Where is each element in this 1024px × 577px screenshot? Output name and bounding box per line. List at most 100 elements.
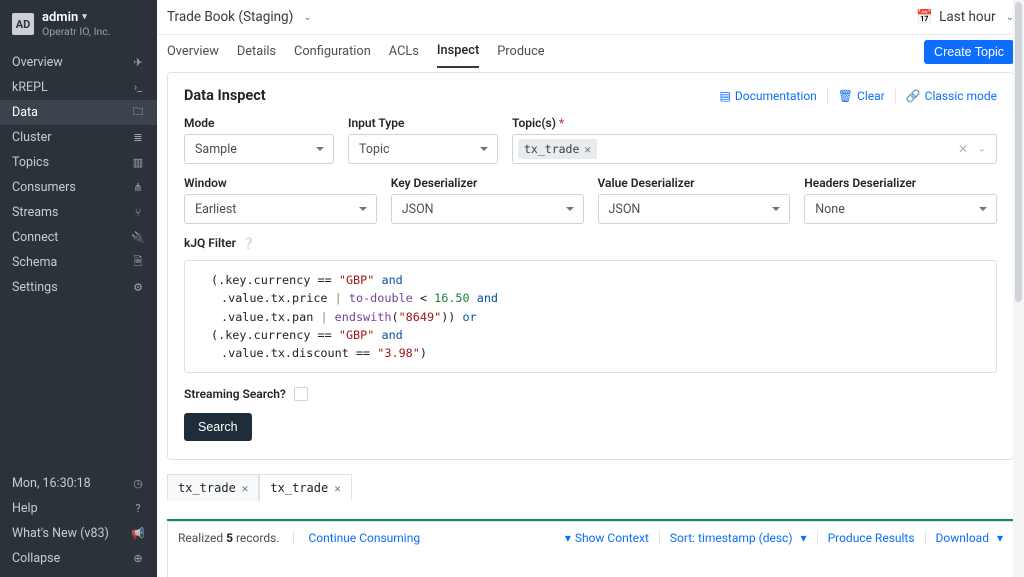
value-deserializer-select[interactable]: JSON (598, 194, 791, 224)
tab-configuration[interactable]: Configuration (294, 35, 371, 68)
scrollbar-thumb[interactable] (1015, 2, 1022, 302)
sidebar-item-data[interactable]: Data🗀 (0, 100, 157, 125)
topbar: Trade Book (Staging) ⌄ 📅 Last hour ⌄ (157, 0, 1024, 34)
key-deserializer-select[interactable]: JSON (391, 194, 584, 224)
tabs: Overview Details Configuration ACLs Insp… (157, 34, 1024, 68)
divider (827, 89, 828, 103)
caret-down-icon: ▾ (801, 531, 807, 545)
context-selector[interactable]: Trade Book (Staging) (167, 9, 293, 25)
divider (895, 89, 896, 103)
trash-icon: 🗑 (838, 89, 853, 103)
plug-icon: 🔌 (131, 231, 145, 244)
collapse-icon: ⊕ (131, 552, 145, 565)
sidebar-item-settings[interactable]: Settings⚙ (0, 275, 157, 300)
share-icon: ⋔ (131, 181, 145, 194)
form-row-1: Mode Sample Input Type Topic Topic(s) * … (184, 116, 997, 164)
sidebar-footer: Mon, 16:30:18◷ Help? What's New (v83)📢 C… (0, 471, 157, 577)
documentation-link[interactable]: ▤Documentation (720, 89, 817, 103)
sidebar-item-overview[interactable]: Overview✈ (0, 50, 157, 75)
chevron-down-icon: ⌄ (303, 12, 311, 23)
download-link[interactable]: Download▾ (936, 531, 1003, 545)
sidebar-item-help[interactable]: Help? (0, 496, 157, 521)
link-icon: 🔗 (906, 89, 921, 103)
topic-tag: tx_trade✕ (518, 139, 597, 159)
remove-tag-icon[interactable]: ✕ (584, 143, 591, 156)
sidebar-item-streams[interactable]: Streams⑂ (0, 200, 157, 225)
content: Data Inspect ▤Documentation 🗑Clear 🔗Clas… (157, 68, 1024, 577)
tab-overview[interactable]: Overview (167, 35, 219, 68)
sidebar-header[interactable]: AD admin ▾ Operatr IO, Inc. (0, 0, 157, 50)
sidebar: AD admin ▾ Operatr IO, Inc. Overview✈ kRE… (0, 0, 157, 577)
window-label: Window (184, 176, 377, 190)
caret-down-icon: ▾ (82, 12, 87, 23)
close-icon[interactable]: ✕ (242, 482, 249, 495)
help-icon: ? (131, 502, 145, 515)
produce-results-link[interactable]: Produce Results (828, 531, 915, 545)
sidebar-item-connect[interactable]: Connect🔌 (0, 225, 157, 250)
sidebar-item-topics[interactable]: Topics▥ (0, 150, 157, 175)
main: Trade Book (Staging) ⌄ 📅 Last hour ⌄ Ove… (157, 0, 1024, 577)
continue-consuming-link[interactable]: Continue Consuming (308, 531, 420, 545)
grid-icon: ▥ (131, 156, 145, 169)
panel-title: Data Inspect (184, 87, 266, 104)
folder-icon: 🗀 (131, 103, 145, 122)
document-icon: 🗎 (131, 253, 145, 272)
close-icon[interactable]: ✕ (334, 482, 341, 495)
sidebar-item-consumers[interactable]: Consumers⋔ (0, 175, 157, 200)
list-icon: ≣ (131, 131, 145, 144)
avatar: AD (12, 13, 34, 35)
input-type-label: Input Type (348, 116, 498, 130)
org-name: Operatr IO, Inc. (42, 26, 111, 39)
required-marker: * (559, 116, 564, 130)
calendar-icon: 📅 (916, 9, 933, 25)
create-topic-button[interactable]: Create Topic (924, 40, 1014, 64)
tab-acls[interactable]: ACLs (389, 35, 419, 68)
sidebar-nav: Overview✈ kREPL›_ Data🗀 Cluster≣ Topics▥… (0, 50, 157, 300)
window-select[interactable]: Earliest (184, 194, 377, 224)
help-icon[interactable]: ❔ (242, 237, 256, 250)
chevron-down-icon[interactable]: ⌄ (978, 144, 986, 155)
sidebar-item-schema[interactable]: Schema🗎 (0, 250, 157, 275)
gear-icon: ⚙ (131, 281, 145, 294)
sidebar-item-whatsnew[interactable]: What's New (v83)📢 (0, 521, 157, 546)
result-tab[interactable]: tx_trade✕ (167, 474, 259, 501)
caret-down-icon: ▾ (565, 531, 571, 545)
sidebar-item-collapse[interactable]: Collapse⊕ (0, 546, 157, 571)
paper-plane-icon: ✈ (131, 56, 145, 69)
tab-produce[interactable]: Produce (497, 35, 544, 68)
clear-icon[interactable]: ✕ (958, 142, 968, 156)
form-row-2: Window Earliest Key Deserializer JSON Va… (184, 176, 997, 224)
topics-label: Topic(s) (512, 116, 556, 130)
tab-inspect[interactable]: Inspect (437, 35, 479, 68)
kjq-filter-input[interactable]: (.key.currency == "GBP" and .value.tx.pr… (184, 260, 997, 373)
terminal-icon: ›_ (131, 81, 145, 94)
megaphone-icon: 📢 (131, 527, 145, 540)
sidebar-item-cluster[interactable]: Cluster≣ (0, 125, 157, 150)
results-summary: Realized 5 records. (178, 531, 279, 545)
sort-select[interactable]: Sort: timestamp (desc)▾ (670, 531, 807, 545)
classic-mode-link[interactable]: 🔗Classic mode (906, 89, 997, 103)
headers-deserializer-select[interactable]: None (804, 194, 997, 224)
sidebar-item-clock[interactable]: Mon, 16:30:18◷ (0, 471, 157, 496)
clock-icon: ◷ (131, 477, 145, 490)
data-inspect-panel: Data Inspect ▤Documentation 🗑Clear 🔗Clas… (167, 72, 1014, 460)
results-panel: Realized 5 records. Continue Consuming ▾… (167, 521, 1014, 577)
input-type-select[interactable]: Topic (348, 134, 498, 164)
branch-icon: ⑂ (131, 206, 145, 219)
mode-select[interactable]: Sample (184, 134, 334, 164)
sidebar-item-krepl[interactable]: kREPL›_ (0, 75, 157, 100)
range-selector[interactable]: 📅 Last hour (916, 9, 995, 25)
user-name: admin (42, 10, 78, 26)
clear-link[interactable]: 🗑Clear (838, 89, 885, 103)
streaming-search-label: Streaming Search? (184, 387, 286, 401)
tab-details[interactable]: Details (237, 35, 276, 68)
streaming-search-checkbox[interactable] (294, 387, 308, 401)
mode-label: Mode (184, 116, 334, 130)
search-button[interactable]: Search (184, 413, 252, 441)
result-tab[interactable]: tx_trade✕ (259, 474, 351, 501)
kjq-filter-label: kJQ Filter (184, 236, 236, 250)
scrollbar[interactable] (1013, 0, 1024, 577)
show-context-link[interactable]: ▾Show Context (565, 531, 649, 545)
topics-input[interactable]: tx_trade✕ ✕ ⌄ (512, 134, 997, 164)
result-tabs: tx_trade✕ tx_trade✕ (167, 474, 1014, 501)
